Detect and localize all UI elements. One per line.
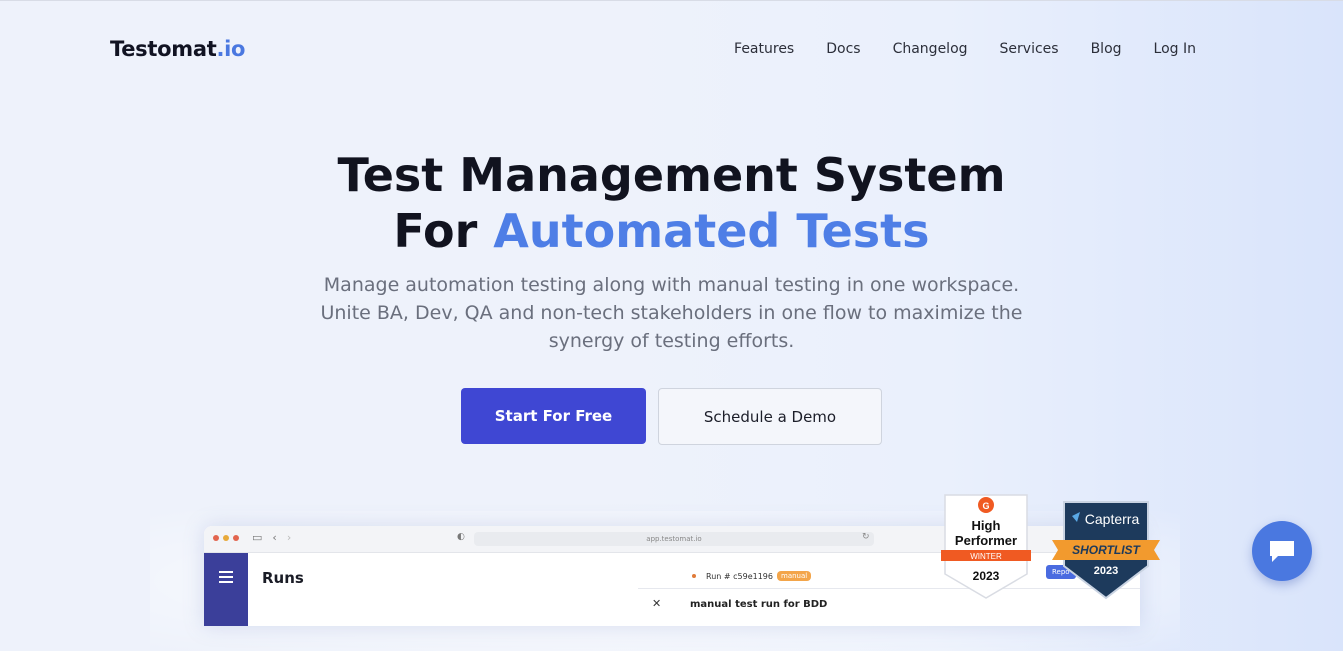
nav-docs[interactable]: Docs xyxy=(826,41,860,57)
panel-title: manual test run for BDD xyxy=(690,599,828,610)
g2-high-performer-badge: G High Performer WINTER 2023 xyxy=(941,494,1031,599)
run-tag: manual xyxy=(777,571,812,581)
nav-blog[interactable]: Blog xyxy=(1091,41,1122,57)
capterra-year: 2023 xyxy=(1094,565,1118,577)
g2-line2: Performer xyxy=(955,533,1017,548)
sidebar-toggle-icon: ▭ xyxy=(252,531,263,544)
chat-bubble-icon xyxy=(1270,541,1294,562)
hero-title-line1: Test Management System xyxy=(337,148,1006,202)
nav-changelog[interactable]: Changelog xyxy=(893,41,968,57)
minimize-dot-icon xyxy=(223,535,229,541)
capterra-brand: Capterra xyxy=(1085,511,1140,527)
logo-suffix: .io xyxy=(216,37,246,61)
chat-button[interactable] xyxy=(1252,521,1312,581)
nav-login[interactable]: Log In xyxy=(1154,41,1196,57)
g2-season: WINTER xyxy=(970,552,1002,561)
shield-icon: ◐ xyxy=(457,532,465,542)
runs-title: Runs xyxy=(262,569,304,587)
hero-subtitle-line: Manage automation testing along with man… xyxy=(323,274,1020,296)
start-for-free-button[interactable]: Start For Free xyxy=(461,388,646,444)
close-dot-icon xyxy=(213,535,219,541)
schedule-demo-button[interactable]: Schedule a Demo xyxy=(658,388,882,445)
window-controls xyxy=(213,535,239,541)
g2-year: 2023 xyxy=(973,569,1000,583)
logo[interactable]: Testomat.io xyxy=(110,37,245,61)
menu-icon xyxy=(219,571,233,586)
back-arrow-icon: ‹ xyxy=(272,531,277,544)
top-nav: Features Docs Changelog Services Blog Lo… xyxy=(734,41,1196,57)
hero-title-prefix: For xyxy=(393,204,494,258)
hero-title-accent: Automated Tests xyxy=(493,204,930,258)
nav-features[interactable]: Features xyxy=(734,41,794,57)
browser-toolbar-icons: ▭ ‹ › xyxy=(252,531,291,544)
run-status-dot xyxy=(692,574,696,578)
hero-subtitle-line: Unite BA, Dev, QA and non-tech stakehold… xyxy=(320,302,1023,324)
hero-title-line2: For Automated Tests xyxy=(0,203,1333,259)
address-bar: app.testomat.io xyxy=(474,532,874,546)
forward-arrow-icon: › xyxy=(286,531,292,544)
capterra-shortlist-badge: Capterra SHORTLIST 2023 xyxy=(1052,501,1160,600)
maximize-dot-icon xyxy=(233,535,239,541)
run-item: Run # c59e1196 manual xyxy=(692,571,812,581)
reload-icon: ↻ xyxy=(862,532,870,542)
close-icon: ✕ xyxy=(652,597,662,610)
g2-line1: High xyxy=(972,518,1001,533)
hero-subtitle-line: synergy of testing efforts. xyxy=(548,330,795,352)
capterra-ribbon: SHORTLIST xyxy=(1072,543,1141,557)
hero-subtitle: Manage automation testing along with man… xyxy=(0,271,1343,355)
logo-text: Testomat xyxy=(110,37,217,61)
svg-text:G: G xyxy=(982,501,989,511)
app-sidebar xyxy=(204,553,248,626)
nav-services[interactable]: Services xyxy=(1000,41,1059,57)
run-label: Run # c59e1196 xyxy=(706,571,773,581)
